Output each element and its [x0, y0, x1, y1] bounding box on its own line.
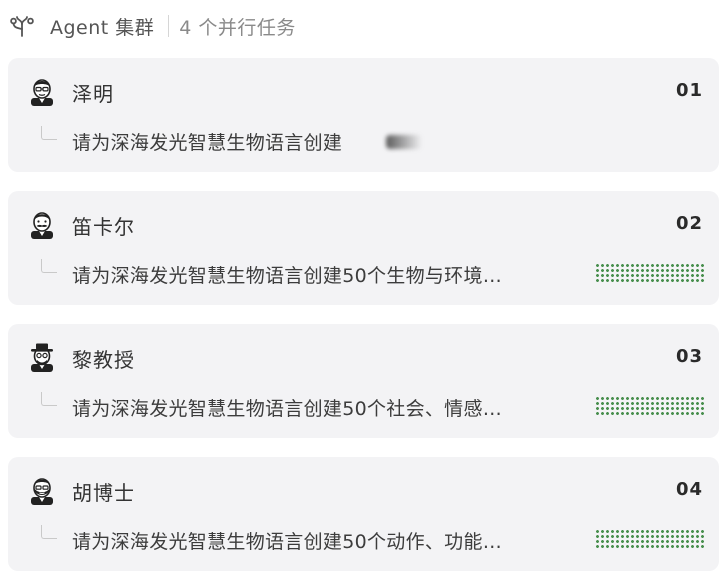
agent-name: 笛卡尔 — [72, 215, 135, 239]
agent-number: 02 — [675, 213, 703, 234]
subtask-connector — [41, 259, 57, 273]
agent-name: 泽明 — [72, 82, 114, 106]
cluster-header: Agent 集群 4 个并行任务 — [0, 0, 719, 52]
agent-name: 黎教授 — [72, 348, 135, 372]
agent-card[interactable]: 笛卡尔 02 请为深海发光智慧生物语言创建50个生物与环境… — [8, 191, 719, 305]
agent-number: 04 — [675, 479, 703, 500]
agent-number: 01 — [675, 80, 703, 101]
mustache-man-avatar-icon — [31, 212, 53, 239]
agent-cluster-icon — [10, 16, 34, 37]
agent-task: 请为深海发光智慧生物语言创建50个动作、功能… — [72, 531, 503, 553]
agent-task: 请为深海发光智慧生物语言创建50个社会、情感… — [72, 398, 503, 420]
progress-dots-indicator — [595, 263, 705, 283]
streaming-text-indicator — [386, 135, 422, 149]
progress-dots-indicator — [595, 396, 705, 416]
header-divider — [168, 15, 170, 37]
subtask-connector — [41, 525, 57, 539]
header-title: Agent 集群 — [50, 16, 155, 39]
agent-task: 请为深海发光智慧生物语言创建50个生物与环境… — [72, 265, 503, 287]
bearded-man-avatar-icon — [31, 478, 53, 505]
agent-name: 胡博士 — [72, 481, 135, 505]
progress-dots-indicator — [595, 529, 705, 549]
agent-card[interactable]: 泽明 01 请为深海发光智慧生物语言创建 — [8, 58, 719, 172]
subtask-connector — [41, 392, 57, 406]
agent-number: 03 — [675, 346, 703, 367]
agent-card[interactable]: 黎教授 03 请为深海发光智慧生物语言创建50个社会、情感… — [8, 324, 719, 438]
subtask-connector — [41, 126, 57, 140]
agent-card[interactable]: 胡博士 04 请为深海发光智慧生物语言创建50个动作、功能… — [8, 457, 719, 571]
header-subtitle: 4 个并行任务 — [179, 16, 296, 39]
hat-man-avatar-icon — [31, 343, 53, 372]
agent-task: 请为深海发光智慧生物语言创建 — [72, 132, 343, 154]
man-avatar-icon — [31, 79, 53, 106]
